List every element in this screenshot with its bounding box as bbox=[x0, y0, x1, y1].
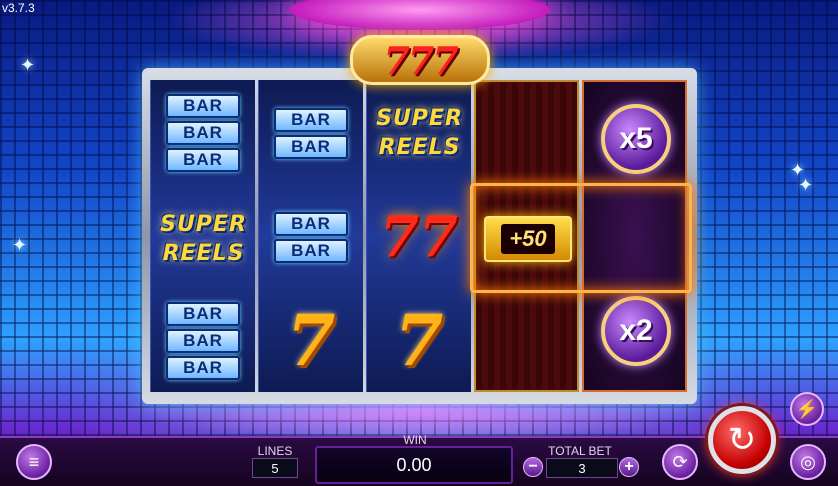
reels-text: REELS bbox=[378, 134, 461, 160]
reels-text: REELS bbox=[162, 240, 245, 266]
game-logo: 777 bbox=[350, 35, 490, 85]
super-text: SUPER bbox=[160, 211, 247, 237]
symbol-seven: 7 bbox=[373, 292, 465, 390]
version-label: v3.7.3 bbox=[2, 1, 35, 15]
winning-highlight bbox=[470, 183, 692, 293]
bar-symbol: BAR bbox=[166, 94, 240, 118]
lines-value: 5 bbox=[252, 458, 298, 478]
symbol-triple-seven: 77 bbox=[373, 188, 465, 286]
turbo-button[interactable]: ⚡ bbox=[790, 392, 824, 426]
seven-symbol: 7 bbox=[286, 299, 336, 382]
total-bet-label: TOTAL BET bbox=[548, 444, 612, 458]
symbol-seven: 7 bbox=[265, 292, 357, 390]
bar-symbol: BAR bbox=[274, 134, 348, 159]
seven-symbol: 7 bbox=[394, 299, 444, 382]
symbol-double-bar: BAR BAR bbox=[265, 188, 357, 286]
sparkle-icon: ✦ bbox=[12, 235, 28, 255]
bar-symbol: BAR bbox=[274, 211, 348, 236]
bar-symbol: BAR bbox=[166, 121, 240, 145]
total-bet-value: 3 bbox=[546, 458, 618, 478]
logo-text: 777 bbox=[383, 37, 458, 83]
super-text: SUPER bbox=[376, 105, 463, 131]
spin-button[interactable]: ↻ bbox=[708, 406, 776, 474]
bar-symbol: BAR bbox=[274, 107, 348, 132]
sparkle-icon: ✦ bbox=[20, 55, 36, 75]
symbol-multiplier: x5 bbox=[590, 90, 682, 188]
symbol-super-reels: SUPER REELS bbox=[151, 190, 256, 288]
win-label: WIN bbox=[403, 433, 427, 447]
symbol-double-bar: BAR BAR bbox=[265, 84, 357, 182]
menu-icon: ≡ bbox=[28, 451, 40, 472]
bet-increase-button[interactable]: + bbox=[619, 457, 639, 477]
bar-symbol: BAR bbox=[166, 148, 240, 172]
autoplay-button[interactable]: ⟳ bbox=[662, 444, 698, 480]
lines-label: LINES bbox=[257, 444, 293, 458]
symbol-multiplier: x2 bbox=[590, 282, 682, 380]
coins-icon: ◎ bbox=[800, 451, 816, 472]
reel-3: SUPER REELS 77 7 bbox=[366, 80, 471, 392]
multiplier-x5: x5 bbox=[601, 104, 671, 174]
lightning-icon: ⚡ bbox=[795, 398, 819, 419]
spin-icon: ↻ bbox=[727, 421, 757, 459]
bar-symbol: BAR bbox=[274, 238, 348, 263]
menu-button[interactable]: ≡ bbox=[16, 444, 52, 480]
reel-1: BAR BAR BAR SUPER REELS BAR BAR BAR bbox=[150, 80, 255, 392]
win-display: 0.00 bbox=[315, 446, 513, 484]
bar-symbol: BAR bbox=[166, 356, 240, 380]
symbol-triple-bar: BAR BAR BAR bbox=[157, 84, 249, 182]
multiplier-x2: x2 bbox=[601, 296, 671, 366]
bet-settings-button[interactable]: ◎ bbox=[790, 444, 826, 480]
symbol-triple-bar: BAR BAR BAR bbox=[157, 292, 249, 390]
seven-glyph: 7 bbox=[380, 204, 419, 270]
bet-decrease-button[interactable]: − bbox=[523, 457, 543, 477]
win-value: 0.00 bbox=[396, 454, 432, 475]
red-seven-symbol: 77 bbox=[380, 202, 458, 272]
sparkle-icon: ✦ bbox=[798, 175, 814, 195]
bar-symbol: BAR bbox=[166, 329, 240, 353]
seven-glyph: 7 bbox=[419, 204, 458, 270]
reel-2: BAR BAR BAR BAR 7 bbox=[258, 80, 363, 392]
symbol-super-reels: SUPER REELS bbox=[367, 84, 472, 182]
bar-symbol: BAR bbox=[166, 302, 240, 326]
autoplay-icon: ⟳ bbox=[672, 451, 688, 472]
